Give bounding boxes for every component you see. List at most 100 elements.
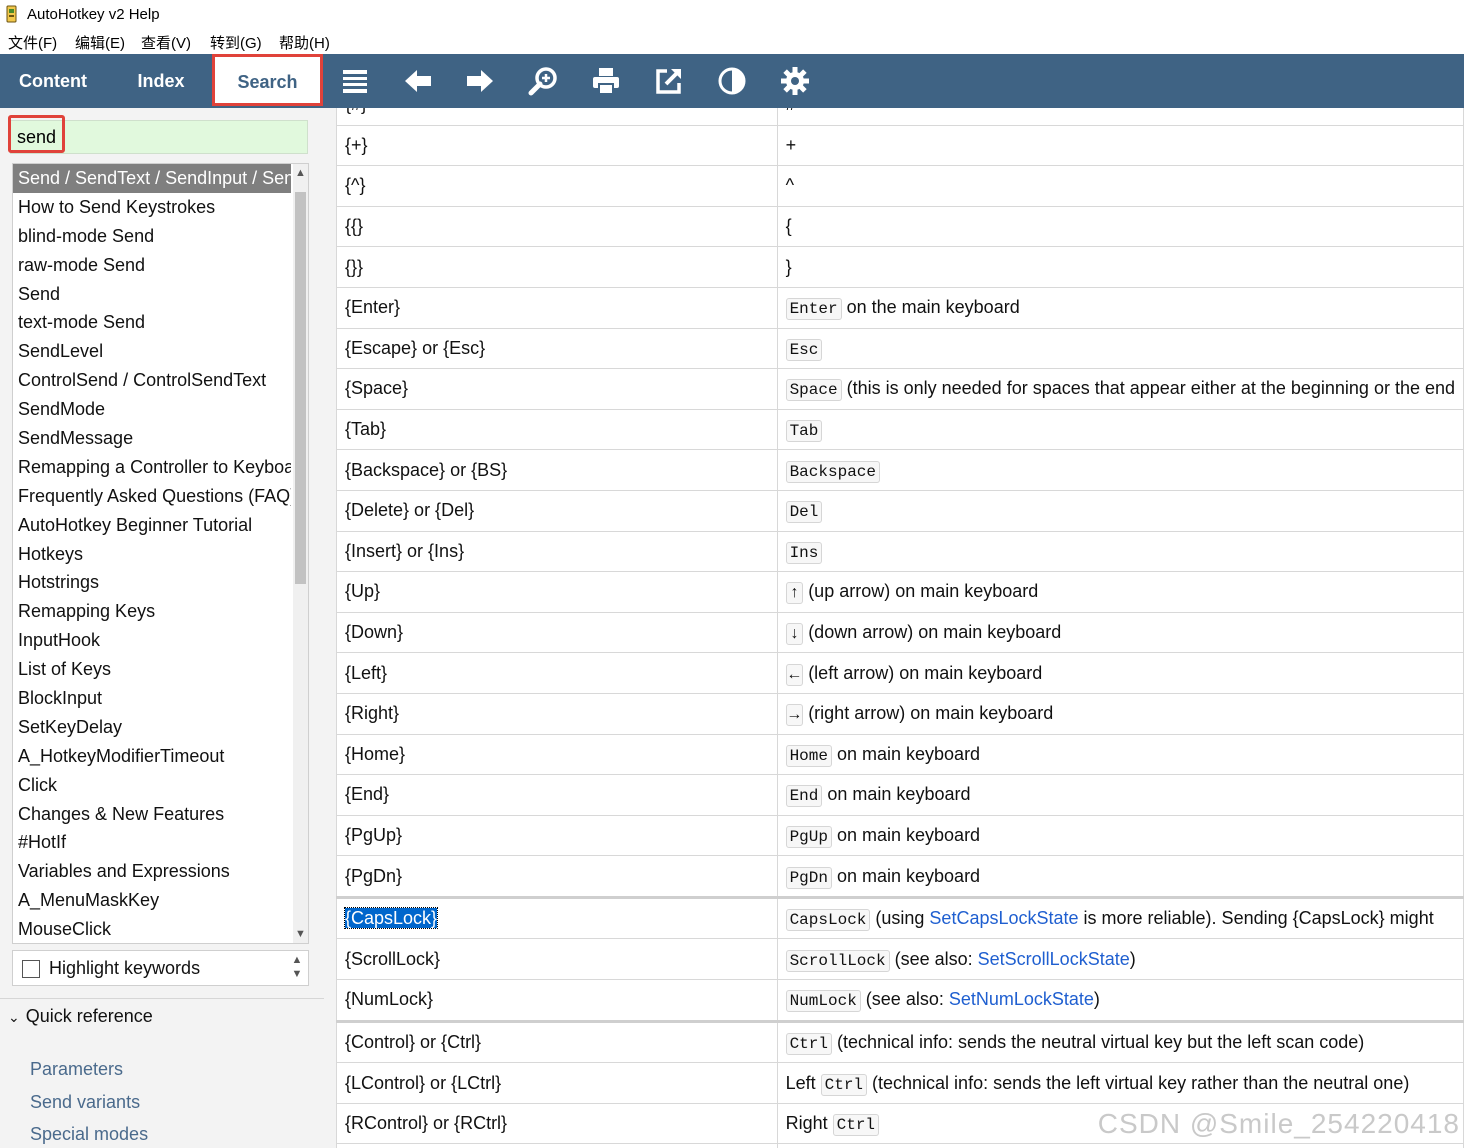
description-text: Right	[785, 1113, 833, 1134]
key-cell: {Control} or {Ctrl}	[336, 1019, 778, 1064]
quick-reference-link-send-variants[interactable]: Send variants	[30, 1092, 140, 1113]
key-name: {Delete} or {Del}	[345, 500, 475, 521]
menu-edit[interactable]: 编辑(E)	[75, 32, 125, 53]
search-result-item[interactable]: Changes & New Features	[13, 800, 291, 829]
search-result-item[interactable]: raw-mode Send	[13, 251, 291, 280]
search-result-item[interactable]: MouseClick	[13, 915, 291, 943]
forward-arrow-icon[interactable]	[462, 63, 498, 99]
key-cell: {Escape} or {Esc}	[336, 327, 778, 370]
search-result-item[interactable]: A_HotkeyModifierTimeout	[13, 742, 291, 771]
key-name: {Left}	[345, 662, 388, 683]
table-row: {Control} or {Ctrl} Ctrl (technical info:…	[336, 1019, 1464, 1064]
description-cell: ^	[776, 165, 1464, 207]
scrollbar-thumb[interactable]	[295, 192, 306, 584]
print-icon[interactable]	[588, 63, 624, 99]
menu-view[interactable]: 查看(V)	[141, 32, 191, 53]
key-cell: {CapsLock}	[336, 895, 778, 940]
zoom-icon[interactable]	[525, 63, 561, 99]
description-text: is more reliable). Sending {CapsLock} mi…	[1078, 908, 1434, 929]
search-result-item[interactable]: InputHook	[13, 626, 291, 655]
menu-help[interactable]: 帮助(H)	[279, 32, 330, 53]
table-row: {Delete} or {Del} Del	[336, 489, 1464, 532]
menu-file[interactable]: 文件(F)	[8, 32, 57, 53]
search-result-item[interactable]: BlockInput	[13, 684, 291, 713]
gear-icon[interactable]	[777, 63, 813, 99]
description-text: (down arrow) on main keyboard	[803, 622, 1062, 643]
menu-icon[interactable]	[337, 63, 373, 99]
search-input[interactable]	[11, 121, 307, 153]
highlight-keywords-checkbox[interactable]	[22, 960, 40, 978]
key-code: Home	[785, 744, 832, 767]
spin-down-icon[interactable]: ▼	[289, 967, 305, 981]
key-cell: {PgUp}	[336, 814, 778, 857]
results-scrollbar[interactable]: ▲ ▼	[293, 164, 308, 943]
search-result-item[interactable]: Hotstrings	[13, 568, 291, 597]
key-name: {Enter}	[345, 297, 401, 318]
search-result-item[interactable]: A_MenuMaskKey	[13, 886, 291, 915]
highlight-keywords-row: Highlight keywords ▲ ▼	[12, 950, 309, 986]
key-cell: {Space}	[336, 368, 778, 410]
splitter[interactable]	[324, 108, 336, 1148]
search-result-item[interactable]: SendMode	[13, 395, 291, 424]
search-result-item[interactable]: SendMessage	[13, 424, 291, 453]
menu-goto[interactable]: 转到(G)	[210, 32, 262, 53]
table-row: {NumLock} NumLock (see also: SetNumLockSt…	[336, 979, 1464, 1022]
scroll-up-icon[interactable]: ▲	[293, 164, 308, 182]
key-name: {Tab}	[345, 419, 387, 440]
external-link-icon[interactable]	[651, 63, 687, 99]
description-cell	[776, 1143, 1464, 1148]
search-result-item[interactable]: text-mode Send	[13, 308, 291, 337]
table-row: {Backspace} or {BS} Backspace	[336, 449, 1464, 491]
doc-link[interactable]: SetCapsLockState	[929, 908, 1078, 928]
description-text: (up arrow) on main keyboard	[803, 581, 1039, 602]
description-cell: Ctrl (technical info: sends the neutral …	[776, 1019, 1464, 1064]
description-cell: End on main keyboard	[776, 774, 1464, 816]
search-result-item[interactable]: Send	[13, 280, 291, 309]
doc-link[interactable]: SetScrollLockState	[978, 949, 1130, 969]
description-text: on main keyboard	[822, 784, 971, 805]
quick-reference-toggle[interactable]: ⌄ Quick reference	[8, 1006, 153, 1027]
search-result-item[interactable]: List of Keys	[13, 655, 291, 684]
key-name: {Escape} or {Esc}	[345, 337, 486, 358]
search-result-item[interactable]: Frequently Asked Questions (FAQ)	[13, 482, 291, 511]
search-result-item[interactable]: Remapping a Controller to Keyboard or Mo…	[13, 453, 291, 482]
key-code: Enter	[785, 298, 842, 321]
search-result-item[interactable]: Hotkeys	[13, 540, 291, 569]
key-cell: {Left}	[336, 652, 778, 694]
tab-search[interactable]: Search	[212, 54, 323, 106]
search-result-item[interactable]: SendLevel	[13, 337, 291, 366]
search-result-item[interactable]: ControlSend / ControlSendText	[13, 366, 291, 395]
highlight-keywords-label[interactable]: Highlight keywords	[49, 958, 200, 979]
search-result-item[interactable]: SetKeyDelay	[13, 713, 291, 742]
search-results-list: Send / SendText / SendInput / SendPlay /…	[12, 163, 309, 944]
search-result-item[interactable]: #HotIf	[13, 828, 291, 857]
key-name: {End}	[345, 784, 390, 805]
search-result-item[interactable]: How to Send Keystrokes	[13, 193, 291, 222]
search-result-item[interactable]: blind-mode Send	[13, 222, 291, 251]
description-text: (see also:	[860, 989, 949, 1010]
contrast-icon[interactable]	[714, 63, 750, 99]
spin-up-icon[interactable]: ▲	[289, 953, 305, 967]
tab-content[interactable]: Content	[0, 54, 106, 108]
key-cell: {^}	[336, 165, 778, 207]
search-result-item[interactable]: Variables and Expressions	[13, 857, 291, 886]
search-result-item[interactable]: Remapping Keys	[13, 597, 291, 626]
quick-reference-link-special-modes[interactable]: Special modes	[30, 1124, 148, 1145]
key-cell: {Home}	[336, 733, 778, 776]
scroll-down-icon[interactable]: ▼	[293, 925, 308, 943]
key-cell: {Backspace} or {BS}	[336, 449, 778, 491]
key-cell: {Insert} or {Ins}	[336, 530, 778, 573]
back-arrow-icon[interactable]	[400, 63, 436, 99]
doc-link[interactable]: SetNumLockState	[949, 989, 1094, 1009]
chevron-down-icon: ⌄	[8, 1009, 20, 1025]
quick-reference-link-parameters[interactable]: Parameters	[30, 1059, 123, 1080]
search-result-item[interactable]: Click	[13, 771, 291, 800]
search-result-item[interactable]: AutoHotkey Beginner Tutorial	[13, 511, 291, 540]
tab-index[interactable]: Index	[110, 54, 212, 108]
key-name: {RControl} or {RCtrl}	[345, 1113, 508, 1134]
highlight-spinner[interactable]: ▲ ▼	[289, 953, 305, 983]
key-code: NumLock	[785, 990, 861, 1013]
table-row: {Down} ↓ (down arrow) on main keyboard	[336, 611, 1464, 654]
search-result-item[interactable]: Send / SendText / SendInput / SendPlay /…	[13, 164, 291, 193]
description-text: on main keyboard	[831, 743, 981, 764]
